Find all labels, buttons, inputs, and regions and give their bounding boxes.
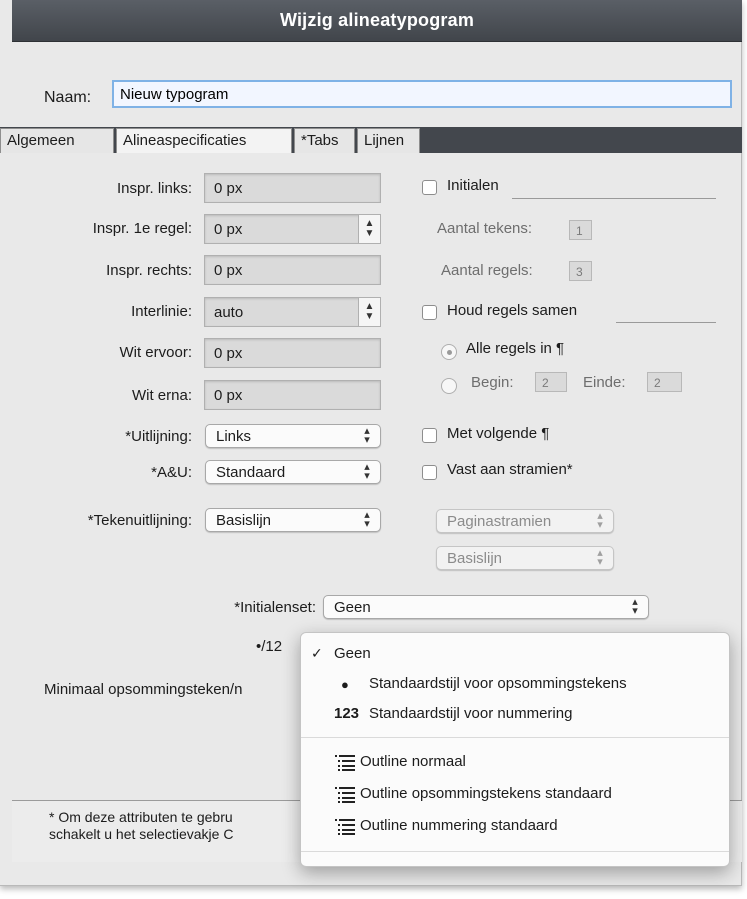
checkmark-icon: ✓ [311, 645, 323, 661]
alignment-label: *Uitlijning: [125, 428, 192, 445]
space-after-label: Wit erna: [131, 387, 192, 404]
bullet-icon: ● [341, 677, 349, 692]
indent-first-field[interactable]: 0 px ▲ ▼ [204, 214, 381, 244]
dialog-title: Wijzig alineatypogram [279, 10, 475, 30]
menu-item-label: Outline normaal [360, 753, 466, 770]
updown-icon: ▴ ▾ [364, 509, 370, 530]
keep-together-checkbox[interactable] [422, 305, 437, 320]
tab-tabs[interactable]: *Tabs [294, 128, 355, 153]
lock-to-grid-label: Vast aan stramien* [447, 461, 573, 478]
baseline-select-value: Basislijn [447, 550, 503, 567]
keep-together-label: Houd regels samen [447, 302, 578, 319]
lock-to-grid-checkbox[interactable] [422, 465, 437, 480]
tab-label: *Tabs [301, 132, 339, 149]
alignment-select[interactable]: Links ▴ ▾ [205, 424, 381, 448]
indent-left-label: Inspr. links: [116, 180, 192, 197]
outline-list-icon [335, 755, 355, 771]
end-field[interactable]: 2 [647, 372, 682, 392]
leading-value: auto [214, 304, 244, 321]
hj-value: Standaard [216, 464, 286, 481]
line-count-label: Aantal regels: [441, 262, 533, 279]
char-count-field[interactable]: 1 [569, 220, 592, 240]
tab-alineaspecificaties[interactable]: Alineaspecificaties [116, 128, 292, 153]
indent-left-field[interactable]: 0 px [204, 173, 381, 203]
end-label: Einde: [583, 374, 626, 391]
bullet-size-label: •/12 [256, 638, 283, 655]
min-bullet-label: Minimaal opsommingsteken/n [44, 681, 243, 698]
baseline-select[interactable]: Basislijn ▴ ▾ [436, 546, 614, 570]
tab-strip: Algemeen Alineaspecificaties *Tabs Lijne… [0, 127, 742, 153]
updown-icon: ▴ ▾ [364, 425, 370, 446]
menu-item-outline-normal[interactable]: Outline normaal [301, 747, 729, 773]
char-align-label: *Tekenuitlijning: [87, 512, 192, 529]
indent-first-value: 0 px [214, 221, 243, 238]
menu-item-label: Outline nummering standaard [360, 817, 558, 834]
menu-item-numbering[interactable]: 123 Standaardstijl voor nummering [301, 699, 729, 725]
initials-set-label: *Initialenset: [234, 599, 316, 616]
menu-item-label: Outline opsommingstekens standaard [360, 785, 612, 802]
alignment-value: Links [216, 428, 252, 445]
all-lines-radio[interactable] [441, 344, 457, 360]
tab-label: Algemeen [7, 132, 75, 149]
outline-list-icon [335, 819, 355, 835]
begin-radio[interactable] [441, 378, 457, 394]
menu-item-label: Standaardstijl voor opsommingstekens [369, 675, 627, 692]
menu-item-geen[interactable]: ✓ Geen [301, 639, 729, 665]
initials-set-menu: ✓ Geen ● Standaardstijl voor opsommingst… [300, 632, 730, 867]
indent-right-field[interactable]: 0 px [204, 255, 381, 285]
space-after-field[interactable]: 0 px [204, 380, 381, 410]
char-align-select[interactable]: Basislijn ▴ ▾ [205, 508, 381, 532]
leading-stepper[interactable]: ▲ ▼ [358, 298, 380, 326]
indent-first-stepper[interactable]: ▲ ▼ [358, 215, 380, 243]
indent-first-label: Inspr. 1e regel: [92, 220, 192, 237]
tab-algemeen[interactable]: Algemeen [0, 128, 114, 153]
updown-icon: ▴ ▾ [597, 547, 603, 568]
keep-together-divider [616, 322, 716, 323]
grid-select-value: Paginastramien [447, 513, 552, 530]
menu-item-label: Standaardstijl voor nummering [369, 705, 573, 722]
updown-icon: ▴ ▾ [364, 461, 370, 482]
name-label: Naam: [44, 89, 92, 106]
keep-with-next-checkbox[interactable] [422, 428, 437, 443]
space-before-label: Wit ervoor: [119, 344, 192, 361]
name-input[interactable] [112, 80, 732, 108]
menu-item-outline-bullets[interactable]: Outline opsommingstekens standaard [301, 779, 729, 805]
menu-separator [301, 737, 729, 738]
char-count-label: Aantal tekens: [437, 220, 533, 237]
initials-checkbox[interactable] [422, 180, 437, 195]
space-before-field[interactable]: 0 px [204, 338, 381, 368]
tab-lijnen[interactable]: Lijnen [357, 128, 420, 153]
hj-label: *A&U: [151, 464, 192, 481]
numbering-icon: 123 [334, 705, 360, 722]
menu-item-bullets[interactable]: ● Standaardstijl voor opsommingstekens [301, 669, 729, 695]
menu-item-outline-numbering[interactable]: Outline nummering standaard [301, 811, 729, 837]
line-count-field[interactable]: 3 [569, 261, 592, 281]
name-row: Naam: [12, 42, 742, 127]
leading-field[interactable]: auto ▲ ▼ [204, 297, 381, 327]
tab-label: Lijnen [364, 132, 405, 149]
keep-with-next-label: Met volgende ¶ [447, 425, 550, 442]
begin-label: Begin: [471, 374, 514, 391]
indent-right-label: Inspr. rechts: [106, 262, 192, 279]
begin-field[interactable]: 2 [535, 372, 567, 392]
outline-list-icon [335, 787, 355, 803]
initials-set-select[interactable]: Geen ▴ ▾ [323, 595, 649, 619]
updown-icon: ▴ ▾ [597, 510, 603, 531]
updown-icon: ▴ ▾ [632, 596, 638, 617]
leading-label: Interlinie: [131, 303, 192, 320]
grid-select[interactable]: Paginastramien ▴ ▾ [436, 509, 614, 533]
all-lines-label: Alle regels in ¶ [466, 340, 565, 357]
title-bar[interactable]: Wijzig alineatypogram [12, 0, 742, 42]
initials-set-value: Geen [334, 599, 371, 616]
initials-label: Initialen [447, 177, 499, 194]
tab-label: Alineaspecificaties [123, 132, 247, 149]
hj-select[interactable]: Standaard ▴ ▾ [205, 460, 381, 484]
initials-divider [512, 198, 716, 199]
menu-item-label: Geen [334, 645, 371, 662]
char-align-value: Basislijn [216, 512, 272, 529]
menu-separator [301, 851, 729, 852]
